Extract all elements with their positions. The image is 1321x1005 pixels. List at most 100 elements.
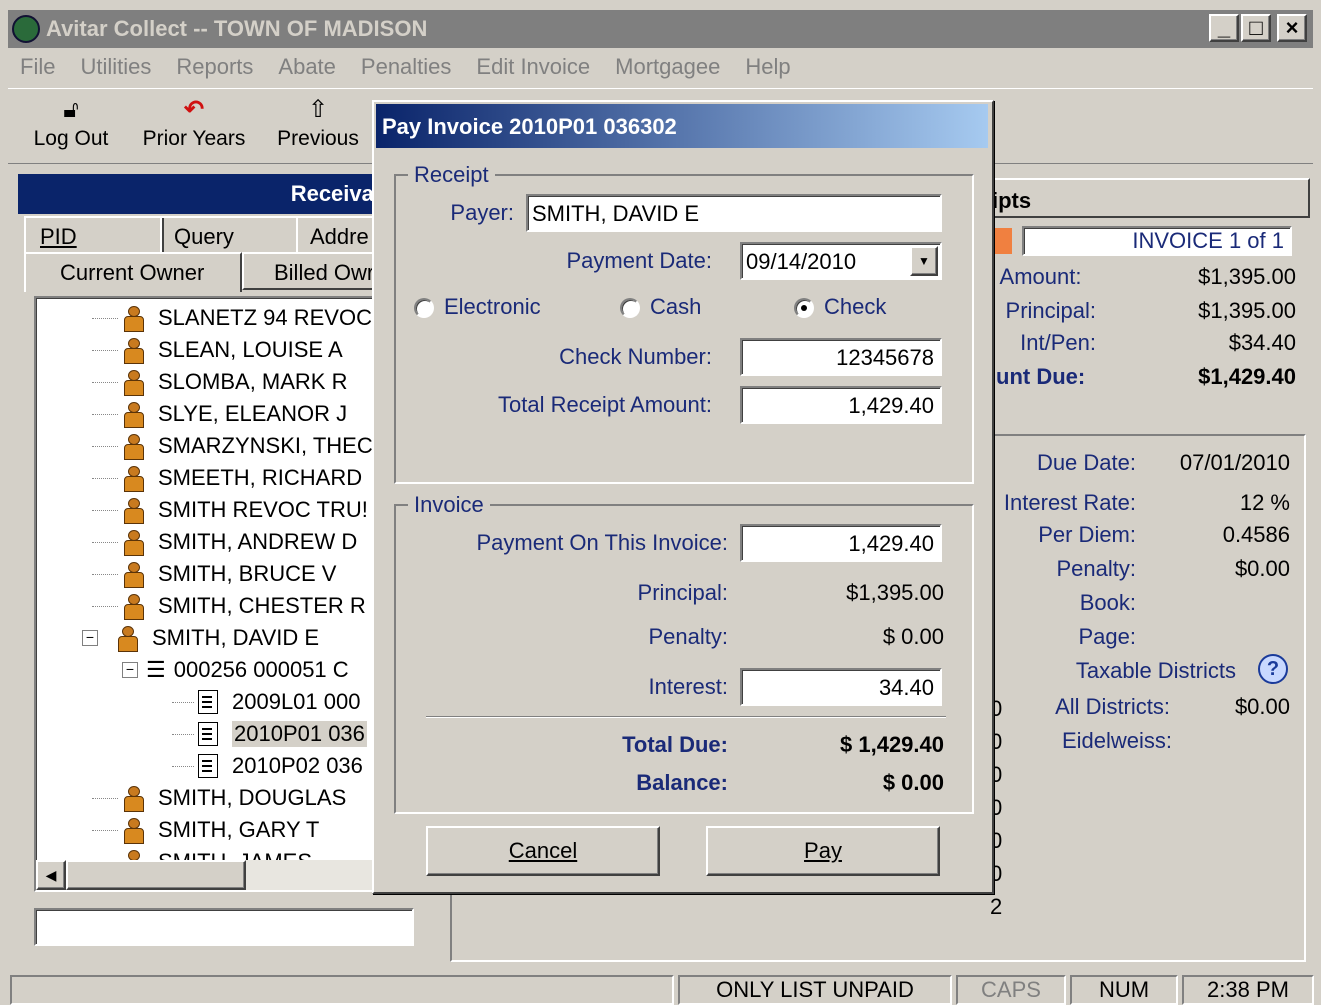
tree-item[interactable]: SMITH REVOC TRU!	[92, 494, 368, 526]
radio-electronic[interactable]: Electronic	[414, 294, 541, 320]
status-empty	[10, 975, 674, 1005]
total-due-value: $ 1,429.40	[840, 732, 944, 757]
tree-item[interactable]: SLOMBA, MARK R	[92, 366, 347, 398]
tab-receipts[interactable]: ipts	[980, 178, 1310, 218]
invoice-group-label: Invoice	[408, 492, 490, 518]
invoice-icon	[198, 754, 218, 778]
tab-current-owner[interactable]: Current Owner	[24, 252, 242, 292]
taxable-districts-label: Taxable Districts	[1075, 658, 1236, 683]
menu-edit-invoice[interactable]: Edit Invoice	[476, 54, 590, 84]
menu-help[interactable]: Help	[745, 54, 790, 84]
invoice-counter: INVOICE 1 of 1	[1022, 226, 1292, 256]
principal-value: $1,395.00	[846, 580, 944, 605]
app-icon	[12, 15, 40, 43]
tree-item[interactable]: SMITH, GARY T	[92, 814, 319, 846]
due-date-value: 07/01/2010	[1179, 450, 1290, 475]
tree-item[interactable]: SMARZYNSKI, THEC	[92, 430, 373, 462]
person-icon	[122, 593, 144, 620]
person-icon	[122, 529, 144, 556]
person-icon	[122, 305, 144, 332]
maximize-button[interactable]: □	[1241, 14, 1271, 42]
scroll-left-button[interactable]: ◀	[36, 860, 66, 890]
person-icon	[122, 465, 144, 492]
radio-electronic-dot[interactable]	[414, 298, 434, 319]
payment-on-invoice-label: Payment On This Invoice:	[476, 530, 729, 555]
person-icon	[122, 369, 144, 396]
minimize-button[interactable]: _	[1209, 14, 1239, 42]
tree-item-invoice[interactable]: 2010P02 036	[172, 750, 363, 782]
collapse-icon[interactable]: −	[122, 662, 138, 678]
person-icon	[122, 497, 144, 524]
person-icon	[122, 561, 144, 588]
tree-item[interactable]: SLEAN, LOUISE A	[92, 334, 343, 366]
tree-item[interactable]: SLYE, ELEANOR J	[92, 398, 347, 430]
districts-help-icon[interactable]: ?	[1258, 654, 1288, 684]
menu-utilities[interactable]: Utilities	[80, 54, 151, 84]
tree-item-property[interactable]: − ☰ 000256 000051 C	[122, 654, 349, 686]
menu-reports[interactable]: Reports	[176, 54, 253, 84]
divider	[426, 716, 946, 718]
penalty-value: $0.00	[1234, 556, 1290, 581]
date-dropdown-button[interactable]: ▼	[910, 246, 938, 276]
status-time: 2:38 PM	[1182, 975, 1314, 1005]
logout-label: Log Out	[33, 127, 109, 150]
menu-file[interactable]: File	[20, 54, 55, 84]
menu-mortgagee[interactable]: Mortgagee	[615, 54, 720, 84]
check-number-label: Check Number:	[559, 344, 712, 369]
layers-icon: ☰	[146, 657, 166, 682]
tree-item[interactable]: SLANETZ 94 REVOC	[92, 302, 372, 334]
prior-years-label: Prior Years	[142, 127, 246, 150]
tree-item-selected-owner[interactable]: − SMITH, DAVID E	[82, 622, 319, 654]
radio-check-dot[interactable]	[794, 298, 814, 319]
cancel-button[interactable]: Cancel	[426, 826, 660, 876]
status-num: NUM	[1070, 975, 1178, 1005]
principal-label: Principal:	[637, 580, 728, 605]
tree-item[interactable]: SMITH, DOUGLAS	[92, 782, 346, 814]
pay-invoice-dialog: Pay Invoice 2010P01 036302 Receipt Payer…	[372, 100, 994, 894]
logout-button[interactable]: 🔓︎ Log Out	[26, 93, 116, 151]
horizontal-scrollbar[interactable]: ◀ ▶	[36, 860, 402, 890]
tree-item[interactable]: SMEETH, RICHARD	[92, 462, 362, 494]
status-caps: CAPS	[956, 975, 1066, 1005]
previous-button[interactable]: ⇧ Previous	[268, 93, 368, 151]
tab-query[interactable]: Query	[160, 216, 298, 254]
menu-abate[interactable]: Abate	[278, 54, 336, 84]
scroll-thumb[interactable]	[66, 860, 246, 890]
interest-rate-value: 12 %	[1239, 490, 1290, 515]
check-number-field[interactable]: 12345678	[740, 338, 942, 376]
owner-tree[interactable]: SLANETZ 94 REVOC SLEAN, LOUISE A SLOMBA,…	[34, 296, 404, 892]
principal-value: $1,395.00	[1198, 298, 1296, 323]
undo-icon: ↶	[183, 96, 205, 123]
all-districts-label: All Districts:	[1055, 694, 1170, 719]
prior-years-button[interactable]: ↶ Prior Years	[134, 93, 254, 151]
up-arrow-icon: ⇧	[307, 96, 329, 123]
penalty-label: Penalty:	[648, 624, 729, 649]
payment-date-field[interactable]: 09/14/2010 ▼	[740, 242, 942, 280]
interest-label: Interest:	[648, 674, 728, 699]
tree-item-invoice-selected[interactable]: 2010P01 036	[172, 718, 367, 750]
radio-cash-dot[interactable]	[620, 298, 640, 319]
tree-item[interactable]: SMITH, CHESTER R	[92, 590, 366, 622]
tab-pid[interactable]: PID	[24, 216, 164, 254]
payment-on-invoice-field[interactable]: 1,429.40	[740, 524, 942, 562]
pay-button[interactable]: Pay	[706, 826, 940, 876]
menu-bar: File Utilities Reports Abate Penalties E…	[20, 54, 816, 84]
interest-field[interactable]: 34.40	[740, 668, 942, 706]
search-input[interactable]	[34, 908, 414, 946]
radio-check[interactable]: Check	[794, 294, 886, 320]
close-button[interactable]: ×	[1277, 14, 1307, 42]
status-only-unpaid[interactable]: ONLY LIST UNPAID	[678, 975, 952, 1005]
payer-field[interactable]: SMITH, DAVID E	[526, 194, 942, 232]
tree-item-invoice[interactable]: 2009L01 000	[172, 686, 360, 718]
total-receipt-field[interactable]: 1,429.40	[740, 386, 942, 424]
payment-date-label: Payment Date:	[566, 248, 712, 273]
balance-value: $ 0.00	[882, 770, 944, 795]
amount-due-value: $1,429.40	[1198, 364, 1296, 389]
menu-penalties[interactable]: Penalties	[361, 54, 452, 84]
tree-item[interactable]: SMITH, BRUCE V	[92, 558, 336, 590]
person-icon	[122, 337, 144, 364]
tree-item[interactable]: SMITH, ANDREW D	[92, 526, 357, 558]
collapse-icon[interactable]: −	[82, 630, 98, 646]
invoice-icon	[198, 722, 218, 746]
radio-cash[interactable]: Cash	[620, 294, 701, 320]
